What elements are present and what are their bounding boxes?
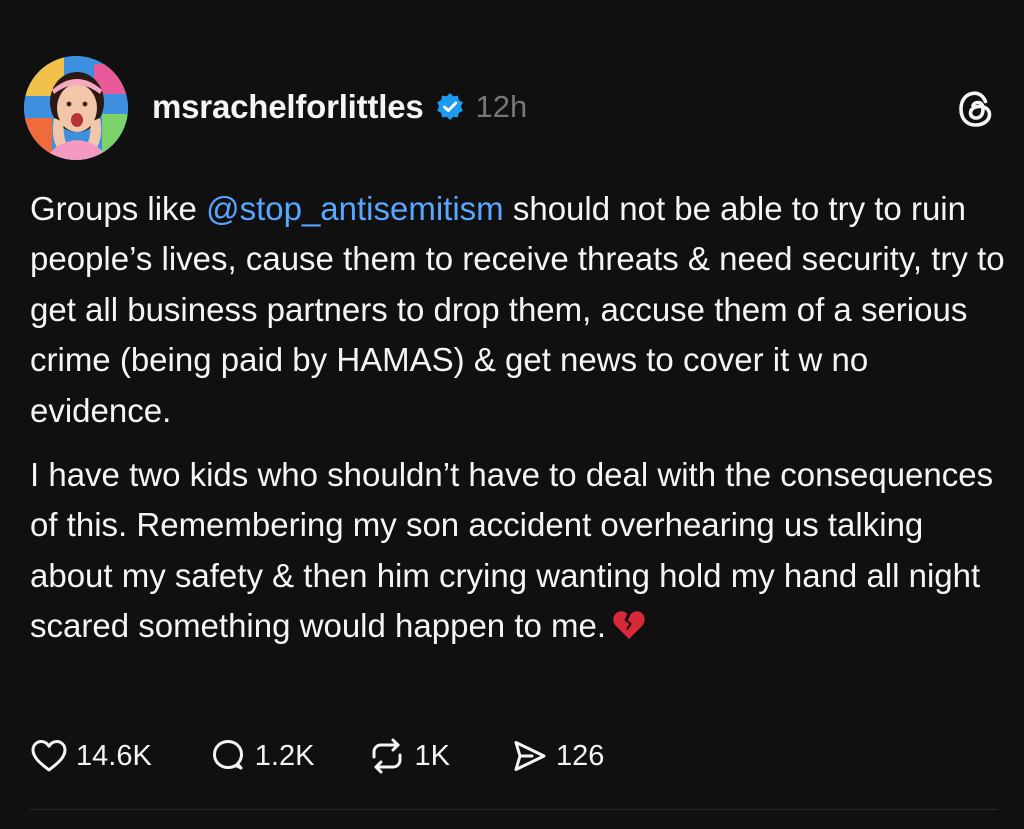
reply-count: 1.2K xyxy=(254,739,315,772)
post-body: Groups like @stop_antisemitism should no… xyxy=(30,184,1005,652)
broken-heart-icon xyxy=(613,611,645,640)
paragraph-text: Groups like xyxy=(30,190,207,227)
reply-button[interactable]: 1.2K xyxy=(207,733,315,779)
mention-link[interactable]: @stop_antisemitism xyxy=(206,190,504,227)
repost-count: 1K xyxy=(414,739,450,772)
divider xyxy=(30,809,998,810)
threads-logo-icon[interactable] xyxy=(955,88,997,130)
share-count: 126 xyxy=(555,739,605,772)
timestamp: 12h xyxy=(475,89,528,124)
like-button[interactable]: 14.6K xyxy=(28,733,152,779)
send-icon xyxy=(514,741,546,771)
post-actions: 14.6K 1.2K 1K 126 xyxy=(28,733,604,779)
threads-post: msrachelforlittles 12h Groups like @stop… xyxy=(0,0,1024,829)
like-count: 14.6K xyxy=(76,739,152,772)
share-button[interactable]: 126 xyxy=(508,733,604,779)
post-header: msrachelforlittles 12h xyxy=(152,84,527,130)
avatar[interactable] xyxy=(24,56,128,160)
repost-icon xyxy=(372,738,402,774)
post-paragraph-2: I have two kids who shouldn’t have to de… xyxy=(30,450,1005,652)
username[interactable]: msrachelforlittles xyxy=(152,88,424,126)
post-paragraph-1: Groups like @stop_antisemitism should no… xyxy=(30,184,1005,436)
verified-badge-icon xyxy=(436,93,463,120)
profile-photo-icon xyxy=(24,56,128,160)
repost-button[interactable]: 1K xyxy=(366,733,450,779)
paragraph-text: I have two kids who shouldn’t have to de… xyxy=(30,456,994,645)
heart-icon xyxy=(31,740,67,772)
reply-icon xyxy=(212,740,243,770)
